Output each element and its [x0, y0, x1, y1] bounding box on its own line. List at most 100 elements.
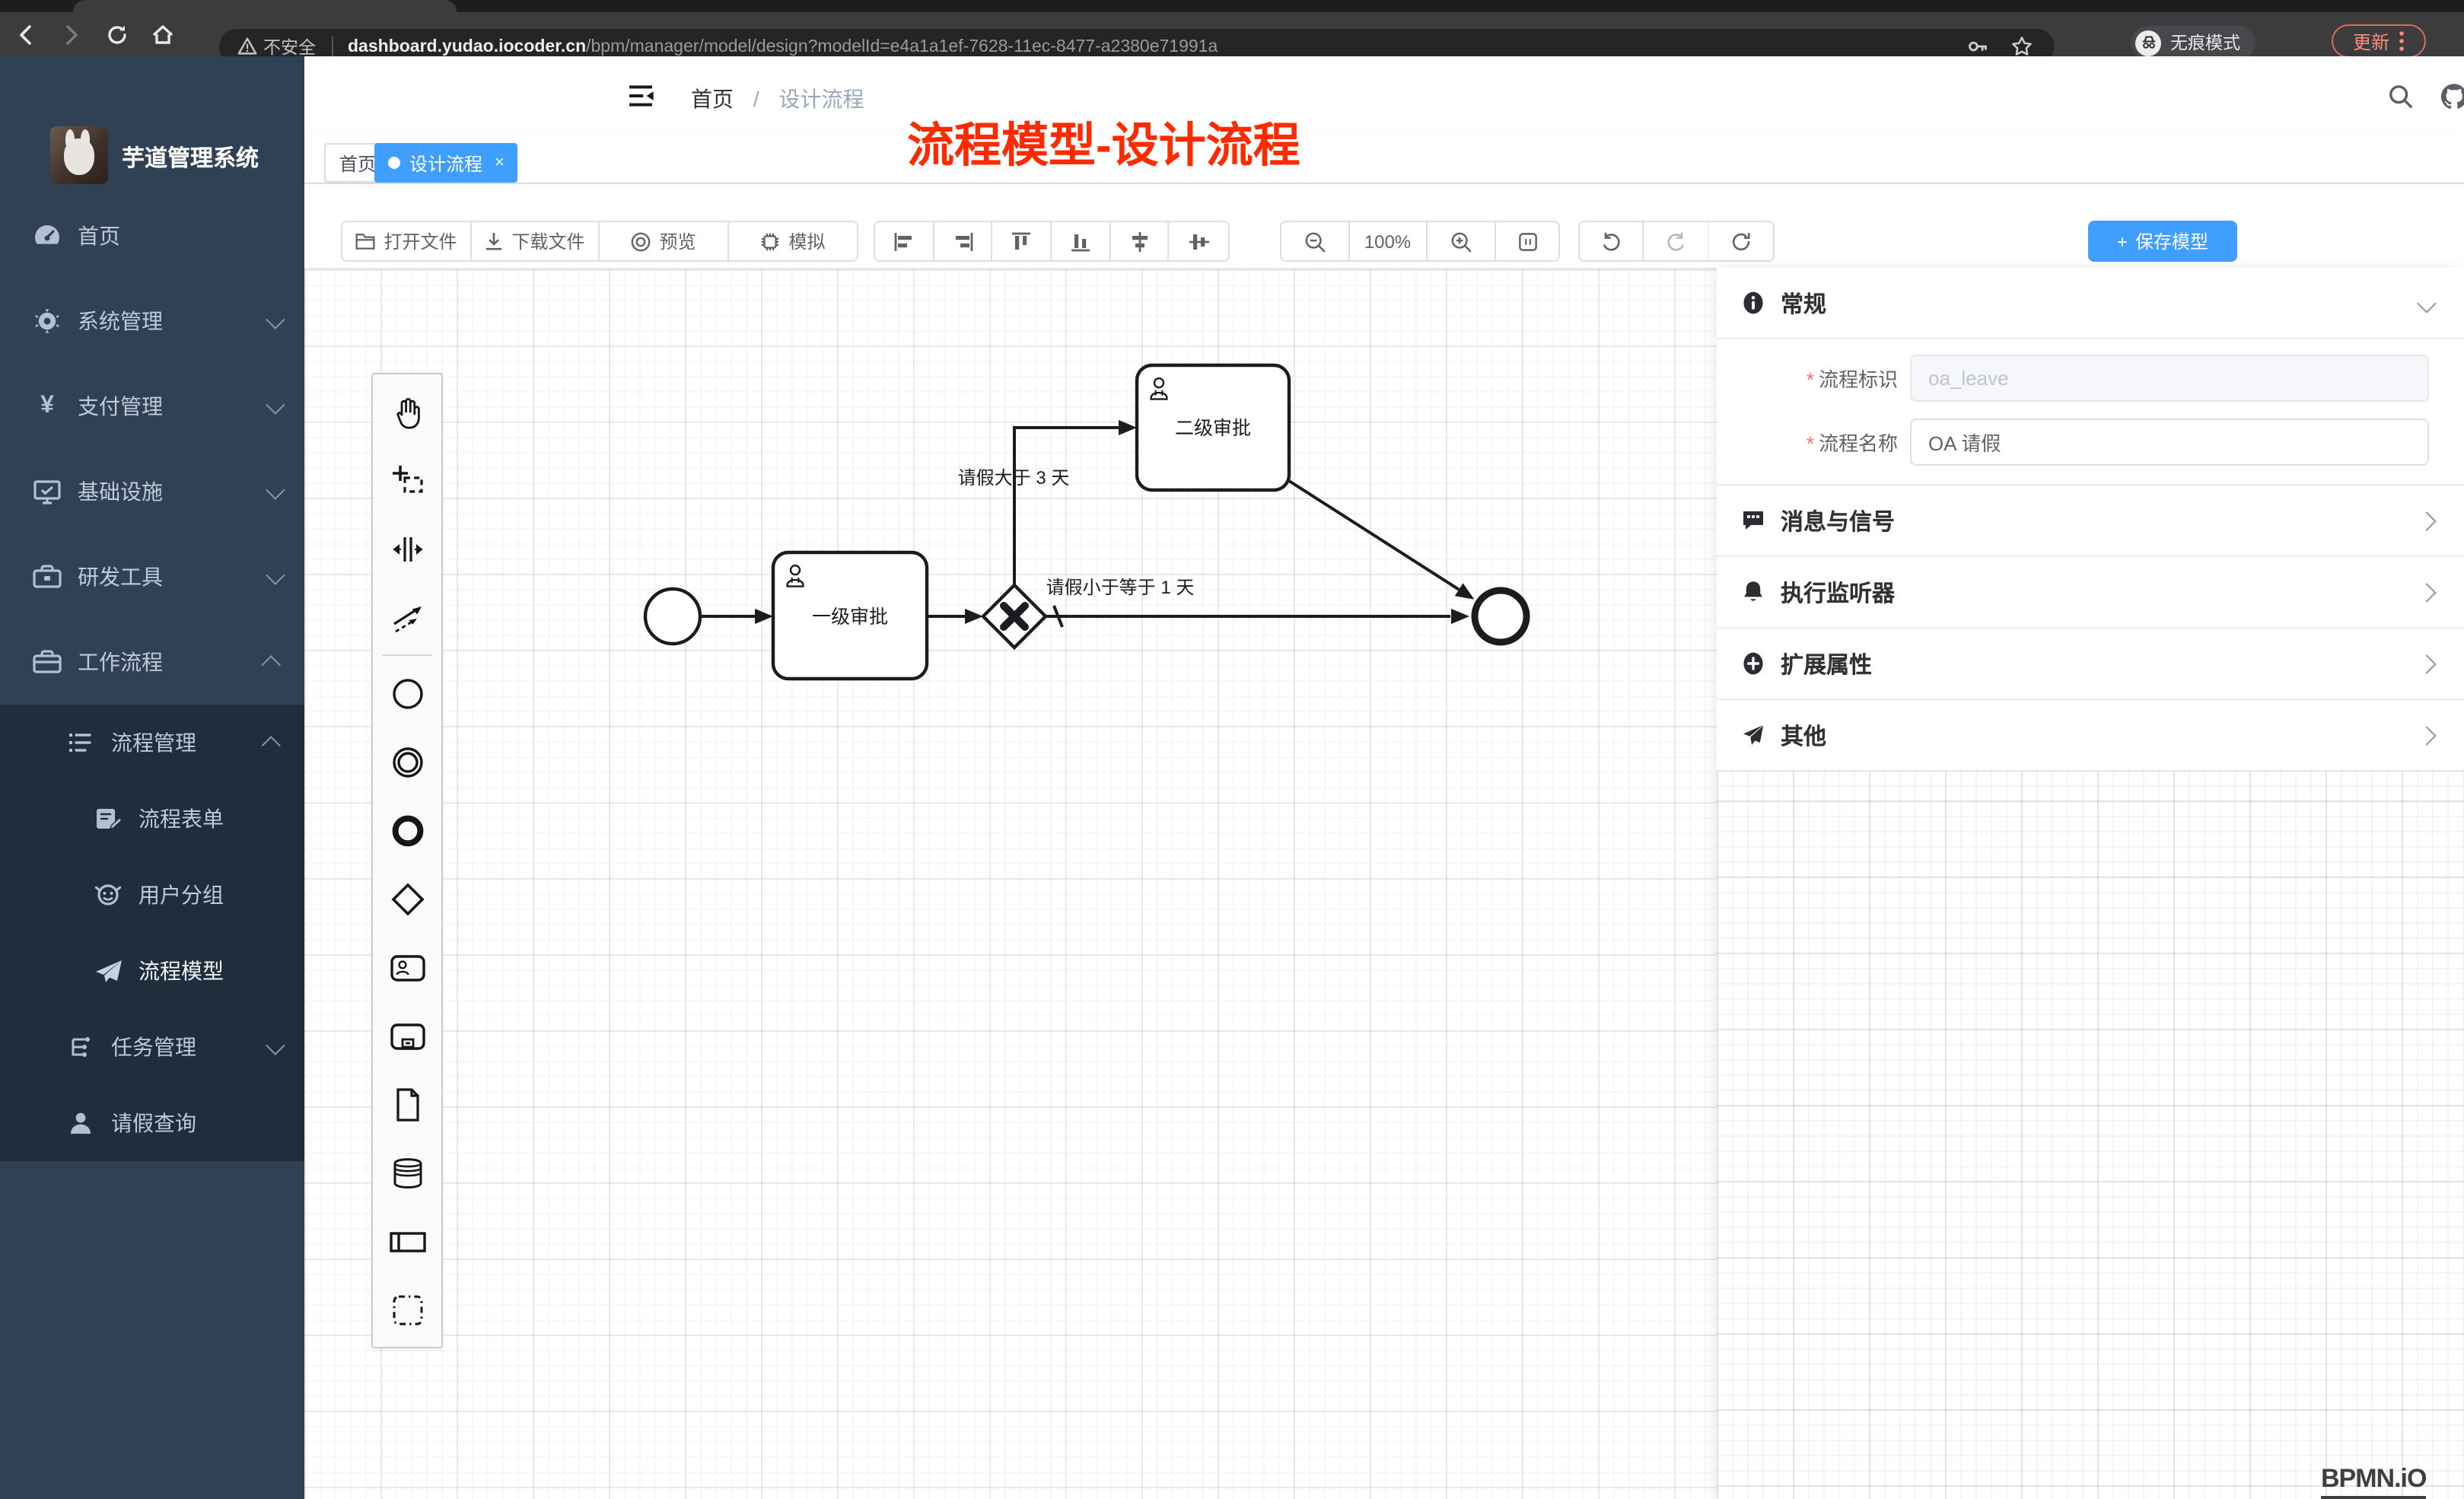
preview-button[interactable]: 预览	[600, 222, 728, 260]
search-icon[interactable]	[2380, 76, 2420, 116]
plus-circle-icon	[1741, 651, 1765, 676]
download-file-button[interactable]: 下载文件	[471, 222, 600, 260]
reset-viewport-icon[interactable]	[1497, 222, 1558, 260]
designer-toolbar: 打开文件 下载文件 预览 模拟 100%	[304, 184, 2464, 268]
open-file-button[interactable]: 打开文件	[342, 222, 471, 260]
chevron-right-icon	[2417, 654, 2436, 673]
button-label: 打开文件	[384, 228, 457, 254]
sidebar-item-label: 请假查询	[111, 1108, 196, 1138]
section-execution-listener[interactable]: 执行监听器	[1717, 557, 2464, 629]
data-store-icon[interactable]	[373, 1138, 441, 1207]
sidebar-item-process-form[interactable]: 流程表单	[0, 781, 304, 857]
sidebar-item-task-management[interactable]: 任务管理	[0, 1009, 304, 1085]
end-event-icon[interactable]	[373, 796, 441, 864]
section-extended-properties[interactable]: 扩展属性	[1717, 629, 2464, 700]
chip-icon	[759, 231, 781, 252]
collapse-menu-icon[interactable]	[621, 76, 661, 116]
align-left-icon[interactable]	[875, 222, 934, 260]
sidebar-item-devtools[interactable]: 研发工具	[0, 534, 304, 619]
align-bottom-icon[interactable]	[1052, 222, 1110, 260]
sidebar: 芋道管理系统 首页 系统管理 ¥ 支付管理 基础设施	[0, 56, 304, 1499]
chevron-down-icon	[266, 479, 285, 498]
palette-separator	[382, 654, 432, 656]
divider	[331, 36, 333, 57]
home-icon[interactable]	[143, 18, 183, 51]
security-warning[interactable]: 不安全	[237, 34, 316, 59]
sidebar-item-workflow[interactable]: 工作流程	[0, 619, 304, 705]
simulate-button[interactable]: 模拟	[728, 222, 857, 260]
browser-active-tab[interactable]	[73, 0, 457, 12]
key-icon[interactable]	[1966, 35, 1989, 58]
space-tool-icon[interactable]	[373, 514, 441, 583]
undo-icon[interactable]	[1580, 222, 1644, 260]
section-other[interactable]: 其他	[1717, 700, 2464, 770]
tag-label: 设计流程	[409, 150, 482, 176]
back-icon[interactable]	[6, 18, 46, 51]
breadcrumb-home[interactable]: 首页	[691, 87, 734, 111]
sidebar-item-system[interactable]: 系统管理	[0, 278, 304, 364]
field-process-key: *流程标识	[1717, 355, 2429, 402]
align-center-vertical-icon[interactable]	[1110, 222, 1169, 260]
sidebar-item-home[interactable]: 首页	[0, 193, 304, 278]
github-icon[interactable]	[2434, 76, 2464, 116]
hand-tool-icon[interactable]	[373, 377, 441, 446]
incognito-label: 无痕模式	[2170, 30, 2240, 55]
person-icon	[64, 1109, 97, 1137]
zoom-out-icon[interactable]	[1281, 222, 1349, 260]
update-button[interactable]: 更新	[2332, 24, 2426, 58]
reload-icon[interactable]	[97, 18, 137, 51]
button-label: 模拟	[788, 228, 825, 254]
gateway-icon[interactable]	[373, 864, 441, 933]
global-connect-icon[interactable]	[373, 583, 441, 651]
star-icon[interactable]	[2010, 35, 2033, 58]
sidebar-item-payment[interactable]: ¥ 支付管理	[0, 364, 304, 449]
section-message-signal[interactable]: 消息与信号	[1717, 485, 2464, 557]
toolbox-icon	[30, 563, 64, 590]
section-general[interactable]: 常规	[1717, 268, 2464, 339]
zoom-in-icon[interactable]	[1428, 222, 1497, 260]
tag-design-process[interactable]: 设计流程 ×	[374, 143, 518, 183]
button-label: 保存模型	[2135, 228, 2208, 254]
refresh-icon[interactable]	[1708, 222, 1773, 260]
sidebar-item-label: 系统管理	[78, 306, 163, 336]
subprocess-icon[interactable]	[373, 1001, 441, 1070]
sidebar-item-label: 流程管理	[111, 727, 196, 758]
chevron-down-icon	[2417, 293, 2436, 312]
group-icon[interactable]	[373, 1275, 441, 1344]
start-event-icon[interactable]	[373, 659, 441, 727]
intermediate-event-icon[interactable]	[373, 727, 441, 796]
sidebar-item-leave-query[interactable]: 请假查询	[0, 1085, 304, 1161]
forward-icon[interactable]	[52, 18, 91, 51]
form-edit-icon	[91, 805, 125, 832]
kebab-menu-icon[interactable]	[2399, 30, 2405, 52]
process-name-input[interactable]	[1910, 419, 2429, 466]
align-center-horizontal-icon[interactable]	[1170, 222, 1228, 260]
incognito-icon	[2135, 30, 2161, 56]
folder-icon	[355, 231, 376, 251]
sidebar-item-infra[interactable]: 基础设施	[0, 449, 304, 534]
sidebar-item-label: 流程模型	[138, 956, 224, 986]
tag-label: 首页	[339, 150, 376, 176]
url-text[interactable]: dashboard.yudao.iocoder.cn/bpm/manager/m…	[348, 37, 1218, 56]
align-right-icon[interactable]	[934, 222, 992, 260]
sidebar-item-process-model[interactable]: 流程模型	[0, 933, 304, 1009]
sidebar-item-process-management[interactable]: 流程管理	[0, 705, 304, 781]
tree-icon	[64, 1033, 97, 1061]
align-top-icon[interactable]	[993, 222, 1052, 260]
sidebar-item-user-group[interactable]: 用户分组	[0, 857, 304, 933]
redo-icon[interactable]	[1644, 222, 1709, 260]
properties-panel-content: 常规 *流程标识 *流程名称 消息与信号 执行监听器	[1717, 268, 2464, 772]
section-title: 常规	[1781, 287, 1826, 319]
process-key-input[interactable]	[1910, 355, 2429, 402]
save-model-button[interactable]: + 保存模型	[2088, 221, 2237, 262]
chevron-down-icon	[266, 1035, 285, 1054]
button-label: 下载文件	[511, 228, 584, 254]
participant-icon[interactable]	[373, 1207, 441, 1275]
data-object-icon[interactable]	[373, 1070, 441, 1138]
sidebar-item-label: 基础设施	[78, 476, 163, 507]
lasso-tool-icon[interactable]	[373, 446, 441, 514]
bpmn-palette	[371, 373, 443, 1348]
user-task-icon[interactable]	[373, 933, 441, 1001]
close-icon[interactable]: ×	[495, 154, 505, 172]
bpmn-io-logo[interactable]: BPMN.iO	[2321, 1464, 2426, 1499]
